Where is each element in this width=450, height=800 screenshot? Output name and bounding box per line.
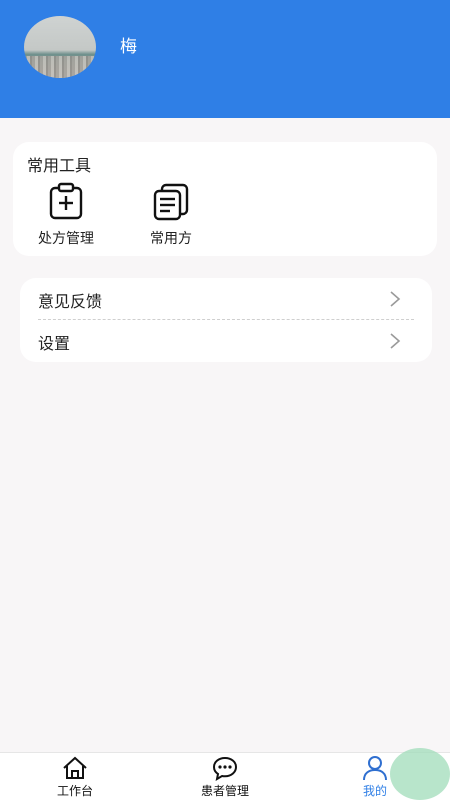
tab-label: 患者管理 [200, 784, 249, 798]
menu-item-label: 意见反馈 [38, 292, 103, 311]
username: 梅 [120, 37, 137, 57]
chevron-right-icon [390, 291, 401, 307]
menu-item-settings[interactable]: 设置 [20, 320, 432, 362]
tab-patient-management[interactable]: 患者管理 [180, 755, 270, 799]
home-icon [63, 756, 87, 779]
tools-card: 常用工具 处方管理 常用方 [13, 142, 437, 256]
avatar-photo [24, 56, 96, 78]
menu-item-label: 设置 [38, 334, 71, 353]
avatar[interactable] [24, 16, 96, 78]
tab-workbench[interactable]: 工作台 [30, 755, 120, 799]
profile-header: 梅 [0, 0, 450, 118]
chevron-right-icon [390, 333, 401, 349]
tool-common-prescriptions[interactable]: 常用方 [131, 182, 211, 248]
tool-label: 处方管理 [38, 231, 94, 247]
prescription-icon [49, 182, 83, 220]
tools-title: 常用工具 [27, 156, 92, 175]
menu-item-feedback[interactable]: 意见反馈 [20, 278, 432, 320]
bottom-tab-bar: 工作台 患者管理 我的 [0, 752, 450, 800]
user-icon [363, 756, 387, 781]
tool-label: 常用方 [150, 231, 192, 247]
tool-prescription-management[interactable]: 处方管理 [26, 182, 106, 248]
common-prescription-icon [153, 183, 189, 221]
touch-indicator [390, 748, 450, 800]
tab-label: 工作台 [56, 784, 93, 798]
chat-icon [212, 756, 238, 781]
menu-card: 意见反馈 设置 [20, 278, 432, 362]
